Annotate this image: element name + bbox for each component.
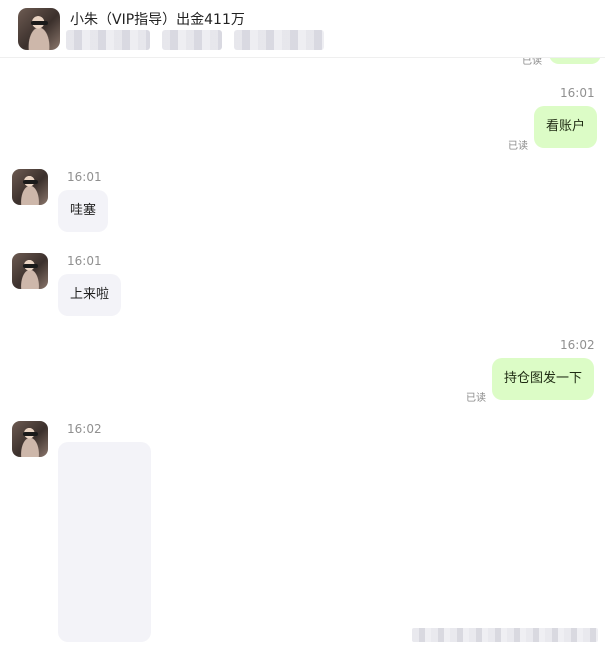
chat-header: 小朱（VIP指导）出金411万 <box>0 0 605 58</box>
chat-window: 小朱（VIP指导）出金411万 已读 16:01 看账户 已读 16:01 哇塞… <box>0 0 605 655</box>
message-time: 16:01 <box>67 254 102 268</box>
message-bubble-outgoing[interactable]: 持仓图发一下 <box>492 358 595 400</box>
chat-title: 小朱（VIP指导）出金411万 <box>70 12 245 28</box>
sender-avatar[interactable] <box>12 421 48 457</box>
blurred-watermark <box>412 628 598 642</box>
message-time: 16:02 <box>67 422 102 436</box>
message-time: 16:01 <box>67 170 102 184</box>
read-receipt: 已读 <box>466 393 486 404</box>
image-message[interactable] <box>58 442 151 642</box>
message-time: 16:01 <box>560 86 595 100</box>
read-receipt: 已读 <box>508 141 528 152</box>
sender-avatar[interactable] <box>12 253 48 289</box>
blurred-subtitle <box>162 30 222 50</box>
message-bubble-outgoing[interactable]: 看账户 <box>534 106 598 148</box>
message-bubble-incoming[interactable]: 上来啦 <box>58 274 122 316</box>
blurred-subtitle <box>66 30 150 50</box>
message-bubble-incoming[interactable]: 哇塞 <box>58 190 109 232</box>
blurred-subtitle <box>234 30 324 50</box>
sender-avatar[interactable] <box>12 169 48 205</box>
message-time: 16:02 <box>560 338 595 352</box>
contact-avatar[interactable] <box>18 8 60 50</box>
